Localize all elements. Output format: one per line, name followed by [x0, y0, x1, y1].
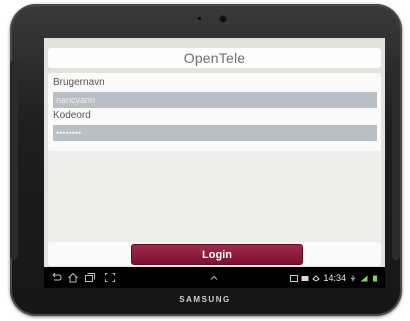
- username-input[interactable]: [53, 92, 377, 108]
- screenshot-icon[interactable]: [104, 272, 116, 283]
- sync-icon: [312, 274, 321, 282]
- username-label: Brugernavn: [53, 77, 105, 88]
- app-title-bar: OpenTele: [48, 48, 381, 68]
- sensor-icon: [198, 17, 201, 20]
- status-area: 14:34: [290, 271, 379, 285]
- email-icon: [301, 275, 309, 281]
- side-strip-right: [392, 60, 400, 260]
- tablet-screen: OpenTele Brugernavn Kodeord Login: [44, 38, 385, 288]
- up-chevron-icon[interactable]: [208, 270, 220, 280]
- system-bar: 14:34: [44, 267, 385, 288]
- clock-time: 14:34: [323, 273, 346, 283]
- password-label: Kodeord: [53, 110, 91, 121]
- app-title: OpenTele: [183, 50, 246, 66]
- image-icon: [290, 274, 299, 282]
- signal-icon: [360, 275, 368, 281]
- back-icon[interactable]: [50, 272, 62, 283]
- login-button-label: Login: [202, 248, 232, 261]
- battery-icon: [373, 275, 377, 281]
- recent-apps-icon[interactable]: [84, 272, 96, 283]
- camera-icon: [220, 16, 226, 22]
- login-form-panel: Brugernavn Kodeord: [48, 73, 381, 151]
- home-icon[interactable]: [67, 272, 79, 283]
- action-bar: Login: [48, 242, 381, 266]
- password-input[interactable]: [53, 125, 377, 141]
- device-brand: SAMSUNG: [179, 295, 231, 304]
- side-strip-left: [10, 60, 18, 260]
- usb-icon: [350, 275, 356, 281]
- login-button[interactable]: Login: [131, 244, 303, 265]
- login-form: Brugernavn Kodeord: [48, 73, 381, 270]
